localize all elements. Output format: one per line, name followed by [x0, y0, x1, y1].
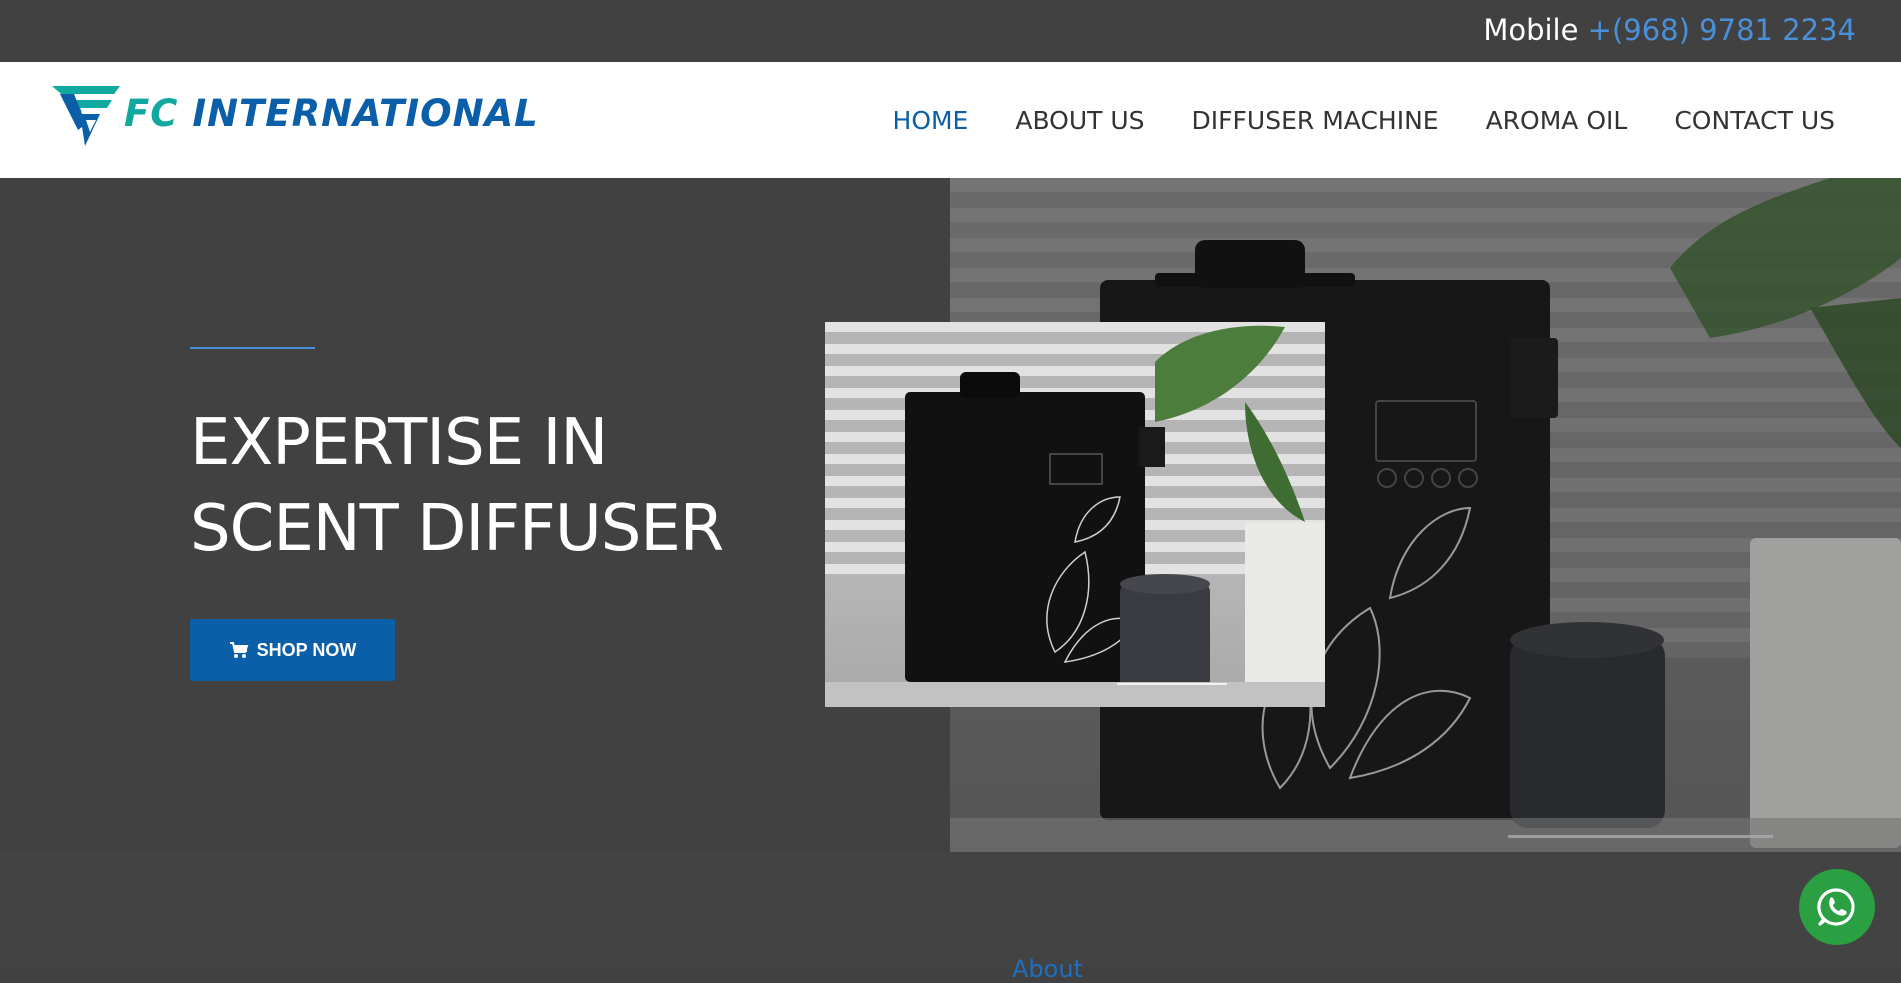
- hero-title-line-1: EXPERTISE IN: [190, 406, 608, 480]
- whatsapp-icon: [1817, 888, 1855, 926]
- nav-contact-us[interactable]: CONTACT US: [1674, 106, 1835, 135]
- logo-mark-icon: [52, 86, 120, 146]
- logo-fc-text: FC: [124, 92, 179, 135]
- nav-home[interactable]: HOME: [893, 106, 969, 135]
- logo[interactable]: FC INTERNATIONAL: [52, 86, 538, 150]
- site-header: FC INTERNATIONAL HOME ABOUT US DIFFUSER …: [0, 62, 1901, 178]
- mobile-contact: Mobile +(968) 9781 2234: [1483, 0, 1856, 62]
- whatsapp-button[interactable]: [1799, 869, 1875, 945]
- main-nav: HOME ABOUT US DIFFUSER MACHINE AROMA OIL…: [893, 62, 1835, 178]
- inset-diffuser-image: [825, 325, 1325, 707]
- top-bar: Mobile +(968) 9781 2234: [0, 0, 1901, 62]
- logo-international-text: INTERNATIONAL: [192, 92, 539, 135]
- phone-link[interactable]: +(968) 9781 2234: [1588, 13, 1856, 47]
- inset-product-image: [825, 322, 1325, 707]
- mobile-label: Mobile: [1483, 13, 1579, 47]
- nav-aroma-oil[interactable]: AROMA OIL: [1486, 106, 1628, 135]
- about-heading: About: [1012, 955, 1083, 983]
- shop-now-label: SHOP NOW: [256, 639, 357, 660]
- nav-diffuser-machine[interactable]: DIFFUSER MACHINE: [1192, 106, 1439, 135]
- hero-title: EXPERTISE IN SCENT DIFFUSER: [190, 400, 724, 572]
- cart-icon: [229, 642, 249, 658]
- shop-now-button[interactable]: SHOP NOW: [190, 619, 395, 681]
- logo-text: FC INTERNATIONAL: [124, 92, 539, 135]
- about-section: [0, 852, 1901, 967]
- hero-title-line-2: SCENT DIFFUSER: [190, 492, 724, 566]
- accent-line: [190, 347, 315, 349]
- nav-about-us[interactable]: ABOUT US: [1015, 106, 1144, 135]
